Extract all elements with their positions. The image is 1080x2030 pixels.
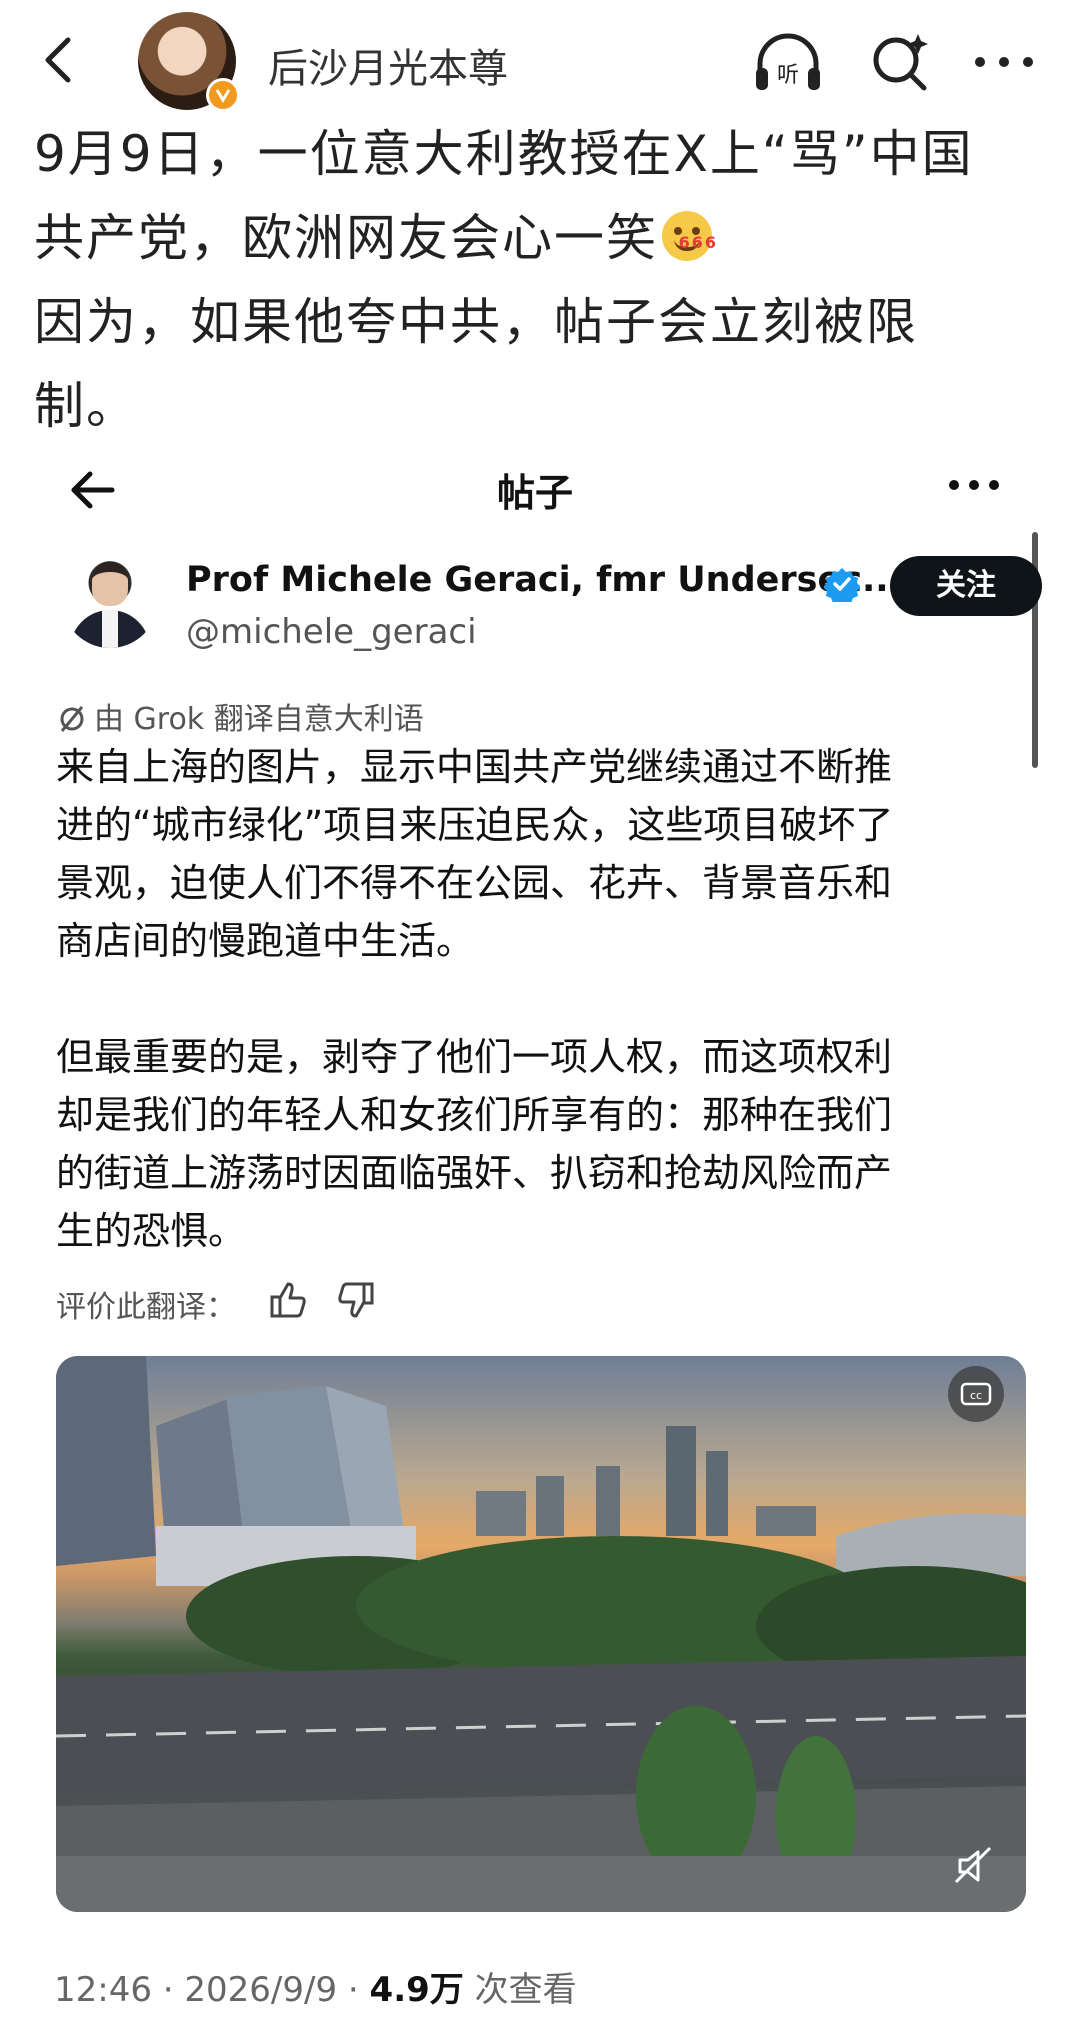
svg-text:cc: cc [970,1389,982,1402]
tweet-body-line: 进的“城市绿化”项目来压迫民众，这些项目破坏了 [56,803,894,847]
cc-captions-icon: cc [948,1366,1004,1422]
tweet-video-media [56,1356,1026,1912]
verified-v-badge-icon [206,78,240,112]
translation-note: 由 Grok 翻译自意大利语 [58,694,424,738]
post-line-1: 9月9日，一位意大利教授在X上“骂”中国 [34,125,974,183]
embedded-tweet-screenshot[interactable]: 帖子 Prof Michele Geraci, fmr Undersec... … [34,432,1042,2030]
more-dots-icon[interactable] [968,30,1040,94]
verified-check-icon [823,566,861,606]
tweet-header-title: 帖子 [496,471,573,515]
tweet-body-line: 来自上海的图片，显示中国共产党继续通过不断推 [56,745,893,789]
app-top-bar: 后沙月光本尊 听 [0,0,1080,120]
post-text: 9月9日，一位意大利教授在X上“骂”中国 共产党，欧洲网友会心一笑 666 因为，… [34,112,1044,448]
muted-speaker-icon [946,1838,1002,1894]
emoji-badge-text: 666 [678,233,718,252]
svg-text:听: 听 [777,63,799,88]
username[interactable]: 后沙月光本尊 [268,36,508,94]
listen-headphones-icon[interactable]: 听 [752,30,824,94]
translation-note-text: 由 Grok 翻译自意大利语 [94,702,424,737]
tweet-body-line: 商店间的慢跑道中生活。 [56,919,475,963]
tweet-body-line: 却是我们的年轻人和女孩们所享有的：那种在我们 [56,1093,893,1137]
follow-button: 关注 [890,556,1042,616]
back-arrow-icon[interactable] [30,30,90,90]
tweet-author-handle: @michele_geraci [186,612,477,652]
view-count-label: 次查看 [463,1970,577,2010]
view-count: 4.9万 [369,1970,464,2010]
thumbs-up-icon [268,1280,308,1320]
tweet-body-line: 的街道上游荡时因面临强奸、扒窃和抢劫风险而产 [56,1151,893,1195]
post-line-2: 共产党，欧洲网友会心一笑 666 [34,196,1044,280]
tweet-more-dots-icon [944,470,1004,500]
tweet-author-avatar [62,552,158,648]
tweet-body-line: 景观，迫使人们不得不在公园、花卉、背景音乐和 [56,861,893,905]
rate-translation-label: 评价此翻译： [56,1290,236,1325]
tweet-author-name: Prof Michele Geraci, fmr Undersec... [186,560,902,600]
ai-search-icon[interactable] [868,30,932,94]
tweet-body: 来自上海的图片，显示中国共产党继续通过不断推 进的“城市绿化”项目来压迫民众，这… [56,738,1036,1260]
emoji-666-icon: 666 [662,211,716,261]
post-line-2-text: 共产党，欧洲网友会心一笑 [34,209,658,267]
tweet-body-line: 生的恐惧。 [56,1209,247,1253]
grok-icon [58,705,86,733]
thumbs-down-icon [336,1280,376,1320]
tweet-timestamp: 12:46 · 2026/9/9 · [54,1970,370,2010]
tweet-body-line: 但最重要的是，剥夺了他们一项人权，而这项权利 [56,1035,893,1079]
post-line-3: 因为，如果他夸中共，帖子会立刻被限 [34,293,918,351]
tweet-meta: 12:46 · 2026/9/9 · 4.9万 次查看 [54,1962,577,2011]
